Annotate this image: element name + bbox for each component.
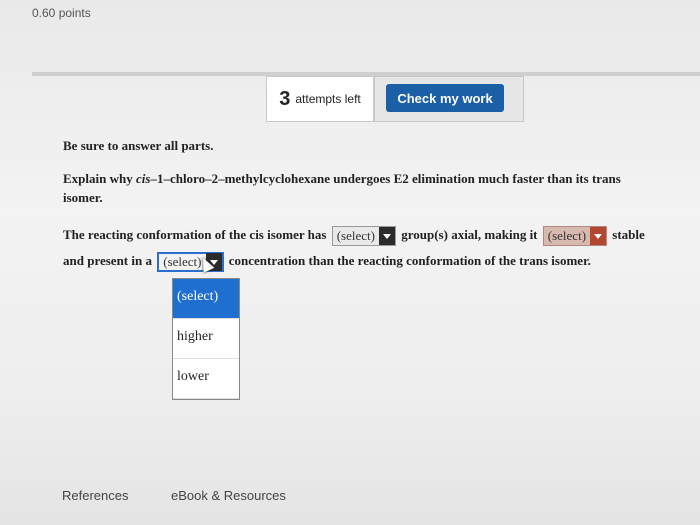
axial-groups-select[interactable]: (select) <box>331 226 396 246</box>
select-value: (select) <box>163 254 202 269</box>
dropdown-option-higher[interactable]: higher <box>173 319 239 359</box>
question-prompt-line1: Explain why cis–1–chloro–2–methylcyclohe… <box>63 171 621 187</box>
question-prompt-line2: isomer. <box>63 190 103 205</box>
attempts-count: 3 <box>279 87 291 110</box>
sentence2-part-a: and present in a <box>63 252 152 268</box>
concentration-dropdown-menu: (select) higher lower <box>172 278 240 400</box>
sentence-line2: and present in a (select) concentration … <box>63 252 591 272</box>
chevron-down-icon <box>378 227 395 245</box>
sentence1-part-c: stable <box>612 226 645 242</box>
attempts-indicator: 3 attempts left <box>266 76 374 122</box>
sentence2-part-b: concentration than the reacting conforma… <box>228 252 591 268</box>
sentence1-part-b: group(s) axial, making it <box>401 226 538 242</box>
instruction-text: Be sure to answer all parts. <box>63 138 214 153</box>
sentence1-part-a: The reacting conformation of the cis iso… <box>63 226 327 242</box>
prompt-pre: Explain why <box>63 171 136 186</box>
dropdown-option-lower[interactable]: lower <box>173 359 239 399</box>
ebook-resources-link[interactable]: eBook & Resources <box>171 488 286 503</box>
select-value: (select) <box>547 228 587 243</box>
references-link[interactable]: References <box>62 488 128 503</box>
attempts-label: attempts left <box>295 92 361 106</box>
check-my-work-button[interactable]: Check my work <box>386 84 504 112</box>
stability-select[interactable]: (select) <box>542 226 608 246</box>
concentration-select[interactable]: (select) <box>157 252 224 272</box>
prompt-italic: cis <box>135 171 151 186</box>
points-label: 0.60 points <box>32 6 91 20</box>
sentence-line1: The reacting conformation of the cis iso… <box>63 226 645 246</box>
dropdown-option-select[interactable]: (select) <box>173 279 239 319</box>
chevron-down-icon <box>590 227 607 245</box>
prompt-post: –1–chloro–2–methylcyclohexane undergoes … <box>150 171 621 186</box>
select-value: (select) <box>336 228 375 243</box>
